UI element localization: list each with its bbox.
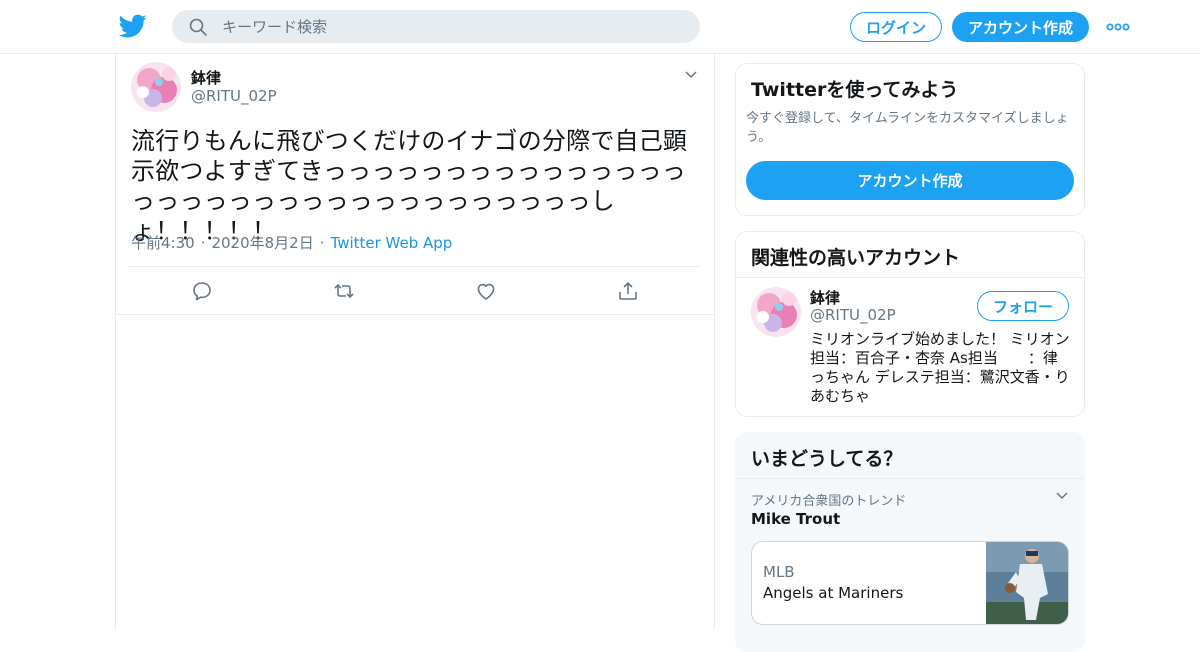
avatar[interactable] [751, 287, 801, 337]
separator: · [319, 234, 325, 252]
tweet-text: 流行りもんに飛びつくだけのイナゴの分際で自己顕示欲つよすぎてきっっっっっっっっっ… [131, 127, 688, 245]
trends-card: いまどうしてる？ アメリカ合衆国のトレンド Mike Trout MLB Ang… [735, 432, 1085, 652]
tweet-meta: 午前4:30 · 2020年8月2日 · Twitter Web App [131, 232, 452, 253]
create-account-button[interactable]: アカウント作成 [746, 161, 1074, 200]
tweet-display-name[interactable]: 鉢律 [191, 67, 221, 88]
signup-card-description: 今すぐ登録して、タイムラインをカスタマイズしましょう。 [746, 111, 1069, 145]
news-card[interactable]: MLB Angels at Mariners [751, 541, 1069, 625]
related-account-name[interactable]: 鉢律 [810, 287, 840, 308]
separator: · [200, 234, 206, 252]
news-thumbnail-image [986, 542, 1068, 624]
tweet-column: 鉢律 @RITU_02P 流行りもんに飛びつくだけのイナゴの分際で自己顕示欲つよ… [115, 54, 715, 630]
related-accounts-title: 関連性の高いアカウント [751, 247, 961, 269]
share-icon[interactable] [617, 280, 639, 302]
trends-title: いまどうしてる？ [751, 448, 903, 470]
retweet-icon[interactable] [333, 280, 355, 302]
news-category: MLB [763, 563, 795, 581]
search-box[interactable] [172, 10, 700, 43]
divider [736, 277, 1084, 278]
tweet-time[interactable]: 午前4:30 [131, 234, 195, 252]
tweet-source-link[interactable]: Twitter Web App [331, 234, 453, 252]
like-icon[interactable] [475, 280, 497, 302]
search-input[interactable] [222, 10, 682, 43]
tweet-actions [116, 267, 714, 315]
follow-button[interactable]: フォロー [977, 291, 1069, 321]
related-account-handle[interactable]: @RITU_02P [810, 306, 896, 324]
trend-item[interactable]: Mike Trout [751, 510, 840, 528]
more-icon[interactable] [1106, 22, 1130, 32]
related-account-bio: ミリオンライブ始めました！ ミリオン担当：百合子・杏奈 As担当 ：律っちゃん … [810, 330, 1070, 405]
tweet-date[interactable]: 2020年8月2日 [211, 234, 313, 252]
related-accounts-card: 関連性の高いアカウント 鉢律 @RITU_02P フォロー ミリオンライブ始めま… [735, 231, 1085, 417]
trend-location: アメリカ合衆国のトレンド [751, 494, 907, 509]
chevron-down-icon[interactable] [1055, 491, 1069, 501]
reply-icon[interactable] [191, 280, 213, 302]
news-headline: Angels at Mariners [763, 584, 904, 602]
avatar[interactable] [131, 62, 181, 112]
divider [736, 478, 1084, 479]
signup-card: Twitterを使ってみよう 今すぐ登録して、タイムラインをカスタマイズしましょ… [735, 63, 1085, 216]
tweet-handle[interactable]: @RITU_02P [191, 87, 277, 105]
login-button[interactable]: ログイン [850, 12, 942, 42]
twitter-bird-icon[interactable] [118, 12, 148, 40]
top-nav: ログイン アカウント作成 [0, 0, 1200, 54]
signup-button[interactable]: アカウント作成 [952, 12, 1089, 42]
chevron-down-icon[interactable] [684, 70, 698, 80]
signup-card-title: Twitterを使ってみよう [751, 79, 959, 101]
search-icon [189, 18, 207, 36]
